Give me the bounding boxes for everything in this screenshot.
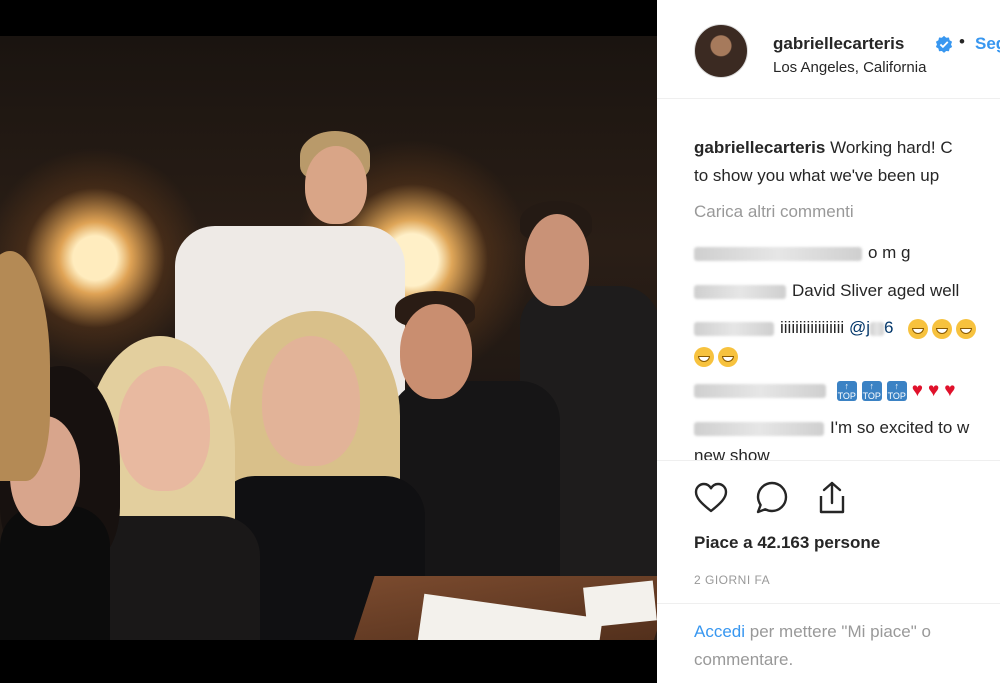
caption-text-2: to show you what we've been up <box>694 166 940 185</box>
commenter-username[interactable] <box>694 383 826 398</box>
comment-item: I'm so excited to w new show <box>694 414 969 460</box>
heart-emoji-icon: ♥ <box>944 379 956 401</box>
grin-emoji-icon <box>908 318 929 339</box>
comments-section: gabriellecarteris Working hard! C to sho… <box>657 98 1000 460</box>
share-icon[interactable] <box>813 479 851 517</box>
load-more-comments[interactable]: Carica altri commenti <box>694 202 854 222</box>
comment-item-continued <box>694 342 742 370</box>
comment-text-2: new show <box>694 446 770 460</box>
post-timestamp[interactable]: 2 GIORNI FA <box>694 573 770 587</box>
login-text-rest-2: commentare. <box>694 650 794 669</box>
heart-emoji-icon: ♥ <box>911 379 924 401</box>
commenter-username[interactable] <box>694 284 786 299</box>
comment-text: David Sliver aged well <box>792 281 960 300</box>
comment-text: iiiiiiiiiiiiiiiii <box>780 318 845 337</box>
script-paper <box>583 580 657 628</box>
heart-icon[interactable] <box>692 479 730 517</box>
caption-username[interactable]: gabriellecarteris <box>694 138 825 157</box>
commenter-username[interactable] <box>694 421 824 436</box>
comment-mention-tail[interactable]: 6 <box>884 318 893 337</box>
commenter-username[interactable] <box>694 321 774 336</box>
login-text: Accedi per mettere "Mi piace" o commenta… <box>694 618 1000 674</box>
post-sidebar: gabriellecarteris • Seg Los Angeles, Cal… <box>657 0 1000 683</box>
post-photo[interactable] <box>0 36 657 640</box>
comment-item: o m g <box>694 239 911 267</box>
separator-dot: • <box>959 32 965 51</box>
comment-text: o m g <box>868 243 911 262</box>
top-arrow-emoji-icon: ↑ TOP <box>886 380 907 401</box>
login-link[interactable]: Accedi <box>694 622 745 641</box>
post-header: gabriellecarteris • Seg Los Angeles, Cal… <box>657 0 1000 99</box>
grin-emoji-icon <box>718 346 738 367</box>
login-text-rest: per mettere "Mi piace" o <box>749 622 931 641</box>
follow-button[interactable]: Seg <box>975 34 1000 54</box>
grin-emoji-icon <box>932 318 953 339</box>
caption-text: Working hard! C <box>830 138 953 157</box>
verified-badge-icon <box>935 35 953 53</box>
login-prompt: Accedi per mettere "Mi piace" o commenta… <box>657 603 1000 683</box>
likes-count[interactable]: Piace a 42.163 persone <box>694 533 880 553</box>
comment-icon[interactable] <box>753 479 791 517</box>
comment-text: I'm so excited to w <box>830 418 970 437</box>
grin-emoji-icon <box>956 318 977 339</box>
top-arrow-emoji-icon: ↑ TOP <box>861 380 882 401</box>
mention-blur <box>870 321 884 336</box>
grin-emoji-icon <box>694 346 714 367</box>
comment-item: ↑ TOP↑ TOP↑ TOP ♥ ♥ ♥ <box>694 376 961 405</box>
comment-item: David Sliver aged well <box>694 277 959 305</box>
comment-mention[interactable]: @j <box>849 318 870 337</box>
post-username[interactable]: gabriellecarteris <box>773 34 904 54</box>
media-pane <box>0 0 657 683</box>
caption: gabriellecarteris Working hard! C to sho… <box>694 134 1000 190</box>
post-location[interactable]: Los Angeles, California <box>773 59 926 76</box>
top-arrow-emoji-icon: ↑ TOP <box>836 380 857 401</box>
avatar[interactable] <box>694 24 748 78</box>
commenter-username[interactable] <box>694 246 862 261</box>
heart-emoji-icon: ♥ <box>928 379 940 401</box>
comment-item: iiiiiiiiiiiiiiiii @j 6 <box>694 314 980 342</box>
